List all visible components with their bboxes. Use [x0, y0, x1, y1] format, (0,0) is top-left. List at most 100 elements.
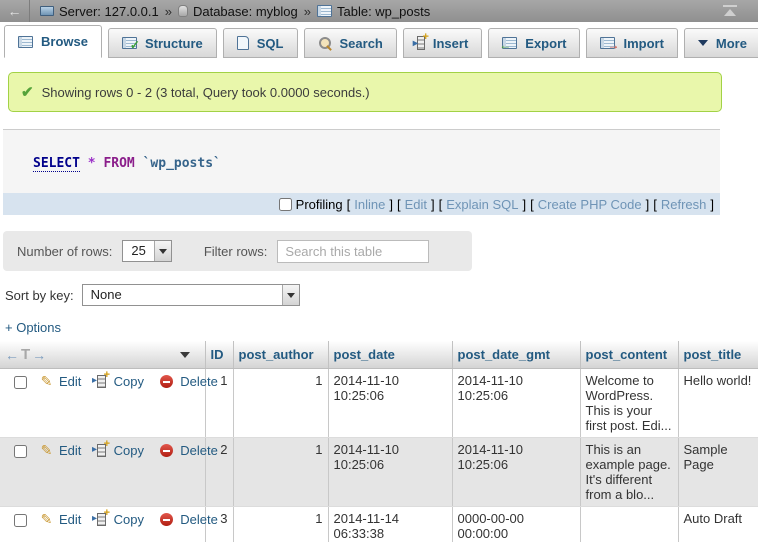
row-checkbox[interactable]: [14, 376, 27, 389]
row-actions: ✎ Edit Copy Delete: [0, 438, 205, 507]
column-header-post-date-gmt[interactable]: post_date_gmt: [452, 341, 580, 369]
row-actions: ✎ Edit Copy Delete: [0, 369, 205, 438]
column-header-post-title[interactable]: post_title: [678, 341, 758, 369]
breadcrumb-table[interactable]: Table: wp_posts: [317, 4, 430, 19]
cell-post-title: Sample Page: [678, 438, 758, 507]
delete-row-link[interactable]: Delete: [180, 512, 218, 527]
back-arrow-icon: ←: [8, 3, 22, 19]
tab-browse[interactable]: Browse: [4, 25, 102, 58]
cell-post-date: 2014-11-10 10:25:06: [328, 369, 452, 438]
filter-rows-label: Filter rows:: [204, 244, 268, 259]
column-header-id[interactable]: ID: [205, 341, 233, 369]
column-header-post-content[interactable]: post_content: [580, 341, 678, 369]
breadcrumb-server[interactable]: Server: 127.0.0.1: [40, 4, 159, 19]
cell-post-content: This is an example page. It's different …: [580, 438, 678, 507]
results-table: ← T → ID post_author post_date post_date…: [0, 341, 758, 542]
copy-icon: [97, 513, 106, 526]
inline-link[interactable]: Inline: [354, 197, 385, 212]
row-checkbox[interactable]: [14, 514, 27, 527]
sort-by-key-row: Sort by key: None: [5, 283, 758, 307]
sql-star: *: [88, 156, 96, 171]
row-checkbox[interactable]: [14, 445, 27, 458]
cell-post-author: 1: [233, 507, 328, 542]
options-toggle-link[interactable]: + Options: [5, 320, 61, 335]
cell-post-date: 2014-11-10 10:25:06: [328, 438, 452, 507]
tab-insert[interactable]: ▸ + Insert: [403, 28, 482, 58]
breadcrumb-bar: ← Server: 127.0.0.1 » Database: myblog »…: [0, 0, 758, 22]
refresh-link[interactable]: Refresh: [661, 197, 707, 212]
explain-sql-link[interactable]: Explain SQL: [446, 197, 518, 212]
tab-sql[interactable]: SQL: [223, 28, 298, 58]
collapse-console-icon[interactable]: [722, 4, 738, 18]
filter-rows-input[interactable]: [277, 240, 429, 263]
profiling-checkbox[interactable]: [279, 198, 292, 211]
row-actions: ✎ Edit Copy Delete: [0, 507, 205, 542]
profiling-label: Profiling: [296, 197, 343, 212]
breadcrumb-separator: »: [304, 4, 311, 19]
tab-search[interactable]: Search: [304, 28, 397, 58]
move-columns-left-icon[interactable]: ←: [5, 347, 19, 363]
delete-row-link[interactable]: Delete: [180, 443, 218, 458]
server-icon: [40, 6, 54, 16]
check-icon: ✔: [21, 83, 34, 101]
delete-icon: [160, 375, 173, 388]
profiling-toggle[interactable]: Profiling: [279, 197, 343, 212]
tab-import[interactable]: → Import: [586, 28, 677, 58]
sql-icon: [237, 36, 249, 50]
expand-rows-icon[interactable]: [180, 352, 190, 358]
copy-row-link[interactable]: Copy: [114, 512, 144, 527]
structure-icon: ✓: [122, 37, 137, 49]
delete-row-link[interactable]: Delete: [180, 374, 218, 389]
export-icon: ←: [502, 37, 517, 49]
import-icon: →: [600, 37, 615, 49]
column-header-post-date[interactable]: post_date: [328, 341, 452, 369]
tab-export[interactable]: ← Export: [488, 28, 580, 58]
copy-row-link[interactable]: Copy: [114, 443, 144, 458]
table-header-row: ← T → ID post_author post_date post_date…: [0, 341, 758, 369]
create-php-code-link[interactable]: Create PHP Code: [538, 197, 642, 212]
tab-label: Browse: [41, 34, 88, 49]
sort-by-key-select[interactable]: None: [82, 284, 300, 306]
edit-row-link[interactable]: Edit: [59, 374, 81, 389]
copy-row-link[interactable]: Copy: [114, 374, 144, 389]
column-visibility-icon[interactable]: T: [21, 346, 30, 363]
edit-row-link[interactable]: Edit: [59, 443, 81, 458]
column-header-post-author[interactable]: post_author: [233, 341, 328, 369]
sort-by-key-label: Sort by key:: [5, 288, 74, 303]
pencil-icon: ✎: [41, 373, 53, 389]
breadcrumb-database[interactable]: Database: myblog: [178, 4, 298, 19]
number-of-rows-select[interactable]: 25: [122, 240, 171, 262]
results-controls-bar: Number of rows: 25 Filter rows:: [3, 231, 472, 271]
table-row: ✎ Edit Copy Delete 1 1 2014-11-10 10:25:…: [0, 369, 758, 438]
back-button[interactable]: ←: [0, 0, 30, 22]
tab-bar: Browse ✓ Structure SQL Search ▸ + Insert…: [0, 22, 758, 58]
sql-table-ref: `wp_posts`: [143, 156, 221, 171]
select-arrow-icon: [282, 285, 299, 305]
delete-icon: [160, 513, 173, 526]
table-icon: [317, 5, 332, 17]
cell-post-author: 1: [233, 438, 328, 507]
tab-label: Search: [340, 36, 383, 51]
move-columns-right-icon[interactable]: →: [32, 347, 46, 363]
sql-keyword-select[interactable]: SELECT: [33, 156, 80, 172]
breadcrumb-server-label: Server: 127.0.0.1: [59, 4, 159, 19]
success-message: ✔ Showing rows 0 - 2 (3 total, Query too…: [8, 72, 722, 112]
tab-structure[interactable]: ✓ Structure: [108, 28, 217, 58]
breadcrumb: Server: 127.0.0.1 » Database: myblog » T…: [40, 4, 430, 19]
browse-icon: [18, 36, 33, 48]
copy-icon: [97, 444, 106, 457]
copy-icon: [97, 375, 106, 388]
column-nav-header: ← T →: [0, 341, 205, 369]
cell-post-date: 2014-11-14 06:33:38: [328, 507, 452, 542]
tab-label: Structure: [145, 36, 203, 51]
table-row: ✎ Edit Copy Delete 3 1 2014-11-14 06:33:…: [0, 507, 758, 542]
edit-row-link[interactable]: Edit: [59, 512, 81, 527]
cell-post-date-gmt: 2014-11-10 10:25:06: [452, 438, 580, 507]
cell-post-content: Welcome to WordPress. This is your first…: [580, 369, 678, 438]
tab-label: Import: [623, 36, 663, 51]
tab-more[interactable]: More: [684, 28, 758, 58]
cell-post-title: Auto Draft: [678, 507, 758, 542]
tab-label: SQL: [257, 36, 284, 51]
edit-query-link[interactable]: Edit: [405, 197, 427, 212]
sql-keyword-from: FROM: [103, 156, 134, 171]
